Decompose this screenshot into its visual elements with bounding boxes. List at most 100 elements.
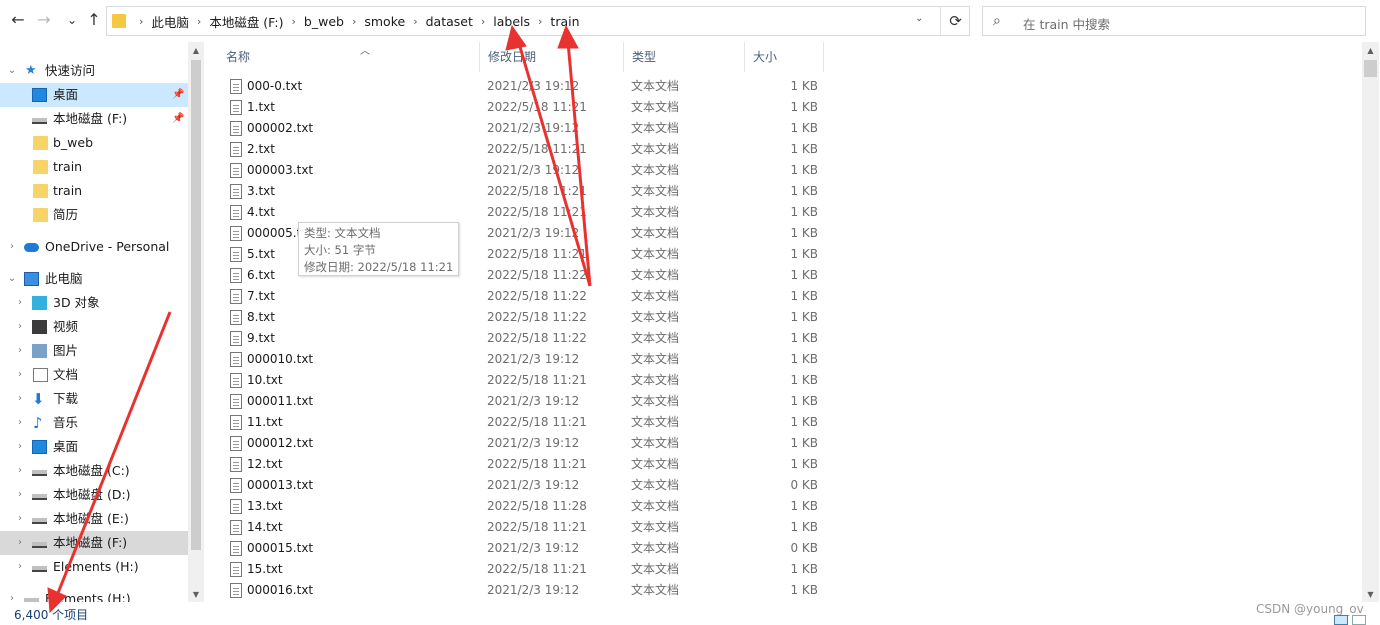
table-row[interactable]: 8.txt 2022/5/18 11:22 文本文档 1 KB — [218, 307, 828, 328]
table-row[interactable]: 3.txt 2022/5/18 11:21 文本文档 1 KB — [218, 181, 828, 202]
chevron-right-icon[interactable]: › — [14, 339, 26, 363]
chevron-right-icon[interactable]: › — [14, 459, 26, 483]
sidebar-item-train[interactable]: train — [0, 155, 188, 179]
chevron-right-icon[interactable]: › — [6, 235, 18, 259]
scroll-down-icon[interactable]: ▼ — [189, 588, 203, 602]
chevron-right-icon[interactable]: › — [413, 15, 417, 28]
chevron-right-icon[interactable]: › — [481, 15, 485, 28]
chevron-right-icon[interactable]: › — [352, 15, 356, 28]
table-row[interactable]: 000-0.txt 2021/2/3 19:12 文本文档 1 KB — [218, 76, 828, 97]
column-header-type[interactable]: 类型 — [624, 42, 745, 72]
chevron-right-icon[interactable]: › — [197, 15, 201, 28]
table-row[interactable]: 000015.txt 2021/2/3 19:12 文本文档 0 KB — [218, 538, 828, 559]
breadcrumb-item[interactable]: train — [550, 14, 579, 29]
table-row[interactable]: 7.txt 2022/5/18 11:22 文本文档 1 KB — [218, 286, 828, 307]
sidebar-item-elements-h[interactable]: › Elements (H:) — [0, 555, 188, 579]
sidebar-item-drive-f-pinned[interactable]: 本地磁盘 (F:) 📌 — [0, 107, 188, 131]
table-row[interactable]: 000012.txt 2021/2/3 19:12 文本文档 1 KB — [218, 433, 828, 454]
table-row[interactable]: 9.txt 2022/5/18 11:22 文本文档 1 KB — [218, 328, 828, 349]
chevron-right-icon[interactable]: › — [14, 531, 26, 555]
file-name: 000012.txt — [247, 436, 314, 450]
up-arrow-icon[interactable]: ↑ — [84, 10, 104, 30]
chevron-right-icon[interactable]: › — [14, 363, 26, 387]
large-icons-view-icon[interactable] — [1352, 615, 1366, 625]
sidebar-item-elements-h-root[interactable]: › Elements (H:) — [0, 587, 188, 602]
chevron-right-icon[interactable]: › — [14, 507, 26, 531]
table-row[interactable]: 11.txt 2022/5/18 11:21 文本文档 1 KB — [218, 412, 828, 433]
chevron-right-icon[interactable]: › — [6, 587, 18, 602]
breadcrumb-item[interactable]: 本地磁盘 (F:) — [209, 12, 283, 31]
table-row[interactable]: 000013.txt 2021/2/3 19:12 文本文档 0 KB — [218, 475, 828, 496]
table-row[interactable]: 000016.txt 2021/2/3 19:12 文本文档 1 KB — [218, 580, 828, 601]
sidebar-item-documents[interactable]: › 文档 — [0, 363, 188, 387]
sidebar-item-downloads[interactable]: › ⬇ 下载 — [0, 387, 188, 411]
table-row[interactable]: 4.txt 2022/5/18 11:21 文本文档 1 KB — [218, 202, 828, 223]
table-row[interactable]: 2.txt 2022/5/18 11:21 文本文档 1 KB — [218, 139, 828, 160]
pin-icon[interactable]: 📌 — [172, 83, 184, 107]
table-row[interactable]: 1.txt 2022/5/18 11:21 文本文档 1 KB — [218, 97, 828, 118]
column-header-date[interactable]: 修改日期 — [480, 42, 624, 72]
address-dropdown-icon[interactable]: ⌄ — [915, 13, 927, 25]
table-row[interactable]: 000011.txt 2021/2/3 19:12 文本文档 1 KB — [218, 391, 828, 412]
refresh-icon[interactable]: ⟳ — [940, 6, 970, 36]
sidebar-item-quick-access[interactable]: ⌄ ★ 快速访问 — [0, 59, 188, 83]
breadcrumb-item[interactable]: labels — [493, 14, 530, 29]
breadcrumb-item[interactable]: smoke — [364, 14, 405, 29]
sidebar-item-videos[interactable]: › 视频 — [0, 315, 188, 339]
sidebar-item-music[interactable]: › ♪ 音乐 — [0, 411, 188, 435]
address-bar[interactable]: › 此电脑 › 本地磁盘 (F:) › b_web › smoke › data… — [106, 6, 970, 36]
sidebar-item-pictures[interactable]: › 图片 — [0, 339, 188, 363]
sidebar-item-drive-c[interactable]: › 本地磁盘 (C:) — [0, 459, 188, 483]
sidebar-item-resume[interactable]: 简历 — [0, 203, 188, 227]
recent-locations-icon[interactable]: ⌄ — [62, 10, 82, 30]
sidebar-item-3d-objects[interactable]: › 3D 对象 — [0, 291, 188, 315]
chevron-right-icon[interactable]: › — [14, 315, 26, 339]
table-row[interactable]: 12.txt 2022/5/18 11:21 文本文档 1 KB — [218, 454, 828, 475]
back-arrow-icon[interactable]: ← — [8, 10, 28, 30]
chevron-down-icon[interactable]: ⌄ — [6, 59, 18, 83]
sidebar-item-b-web[interactable]: b_web — [0, 131, 188, 155]
sidebar-item-drive-f[interactable]: › 本地磁盘 (F:) — [0, 531, 188, 555]
sidebar-item-onedrive[interactable]: › OneDrive - Personal — [0, 235, 188, 259]
chevron-right-icon[interactable]: › — [538, 15, 542, 28]
chevron-right-icon[interactable]: › — [14, 291, 26, 315]
chevron-right-icon[interactable]: › — [14, 435, 26, 459]
chevron-right-icon[interactable]: › — [14, 387, 26, 411]
breadcrumb-item[interactable]: b_web — [304, 14, 344, 29]
sidebar-item-train[interactable]: train — [0, 179, 188, 203]
file-date: 2021/2/3 19:12 — [487, 163, 580, 177]
pin-icon[interactable]: 📌 — [172, 107, 184, 131]
sidebar-item-drive-d[interactable]: › 本地磁盘 (D:) — [0, 483, 188, 507]
chevron-right-icon[interactable]: › — [292, 15, 296, 28]
forward-arrow-icon[interactable]: → — [34, 10, 54, 30]
table-row[interactable]: 000010.txt 2021/2/3 19:12 文本文档 1 KB — [218, 349, 828, 370]
breadcrumb-item[interactable]: dataset — [426, 14, 473, 29]
table-row[interactable]: 10.txt 2022/5/18 11:21 文本文档 1 KB — [218, 370, 828, 391]
sidebar-item-desktop[interactable]: › 桌面 — [0, 435, 188, 459]
table-row[interactable]: 14.txt 2022/5/18 11:21 文本文档 1 KB — [218, 517, 828, 538]
sidebar-item-this-pc[interactable]: ⌄ 此电脑 — [0, 267, 188, 291]
sidebar-item-drive-e[interactable]: › 本地磁盘 (E:) — [0, 507, 188, 531]
sidebar-scroll-thumb[interactable] — [191, 60, 201, 550]
chevron-right-icon[interactable]: › — [139, 15, 143, 28]
scroll-up-icon[interactable]: ▲ — [189, 44, 203, 58]
sidebar-item-desktop-pinned[interactable]: 桌面 📌 — [0, 83, 188, 107]
column-header-name[interactable]: 名称 — [218, 42, 480, 72]
details-view-icon[interactable] — [1334, 615, 1348, 625]
chevron-right-icon[interactable]: › — [14, 411, 26, 435]
table-row[interactable]: 15.txt 2022/5/18 11:21 文本文档 1 KB — [218, 559, 828, 580]
chevron-down-icon[interactable]: ⌄ — [6, 267, 18, 291]
breadcrumb-item[interactable]: 此电脑 — [151, 12, 189, 31]
chevron-right-icon[interactable]: › — [14, 483, 26, 507]
file-list-scrollbar[interactable] — [1362, 42, 1379, 602]
chevron-right-icon[interactable]: › — [14, 555, 26, 579]
table-row[interactable]: 000003.txt 2021/2/3 19:12 文本文档 1 KB — [218, 160, 828, 181]
scroll-up-icon[interactable]: ▲ — [1363, 44, 1378, 58]
sidebar-item-label: 本地磁盘 (F:) — [53, 535, 128, 550]
table-row[interactable]: 13.txt 2022/5/18 11:28 文本文档 1 KB — [218, 496, 828, 517]
file-list-scroll-thumb[interactable] — [1364, 60, 1377, 77]
search-input[interactable]: ⌕ 在 train 中搜索 — [982, 6, 1366, 36]
column-header-size[interactable]: 大小 — [745, 42, 824, 72]
table-row[interactable]: 000002.txt 2021/2/3 19:12 文本文档 1 KB — [218, 118, 828, 139]
scroll-down-icon[interactable]: ▼ — [1363, 588, 1378, 602]
